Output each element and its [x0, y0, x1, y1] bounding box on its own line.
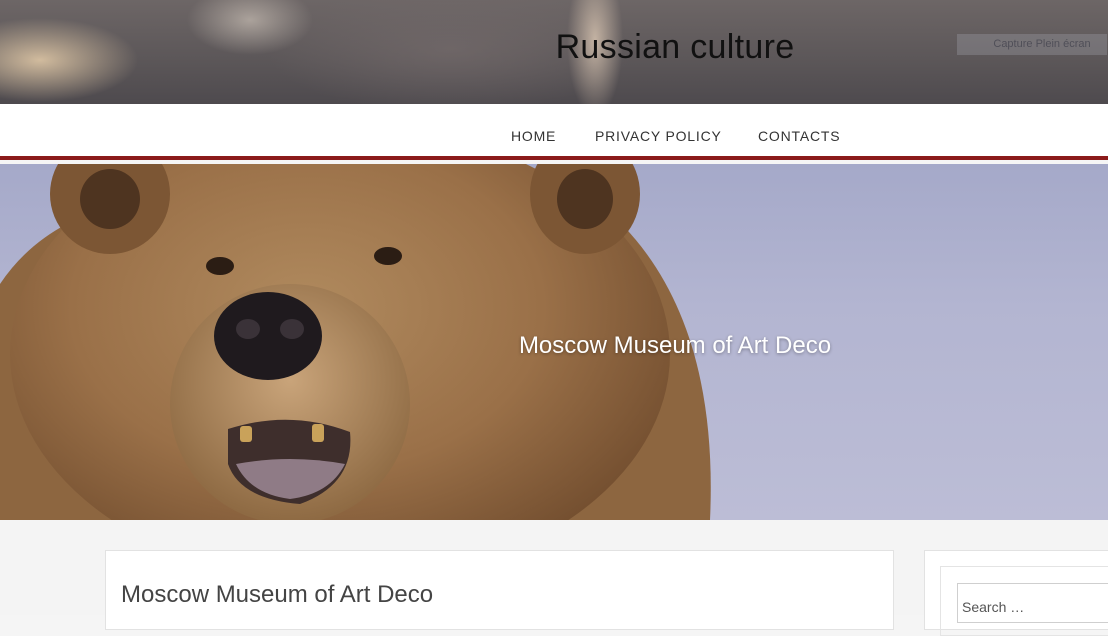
search-form	[940, 566, 1108, 636]
sidebar-search-widget	[924, 550, 1108, 636]
main-navigation: HOME PRIVACY POLICY CONTACTS	[0, 104, 1108, 160]
hero-banner: Moscow Museum of Art Deco	[0, 164, 1108, 520]
capture-screen-button[interactable]: Capture Plein écran	[957, 34, 1107, 55]
nav-item-privacy-policy[interactable]: PRIVACY POLICY	[595, 128, 722, 144]
nav-item-contacts[interactable]: CONTACTS	[758, 128, 840, 144]
post-title[interactable]: Moscow Museum of Art Deco	[121, 581, 433, 609]
site-header: Russian culture Capture Plein écran	[0, 0, 1108, 104]
site-title[interactable]: Russian culture	[0, 28, 1108, 67]
post-card: Moscow Museum of Art Deco	[105, 550, 894, 630]
hero-caption[interactable]: Moscow Museum of Art Deco	[0, 332, 1108, 360]
search-input[interactable]	[957, 583, 1108, 623]
nav-item-home[interactable]: HOME	[511, 128, 556, 144]
